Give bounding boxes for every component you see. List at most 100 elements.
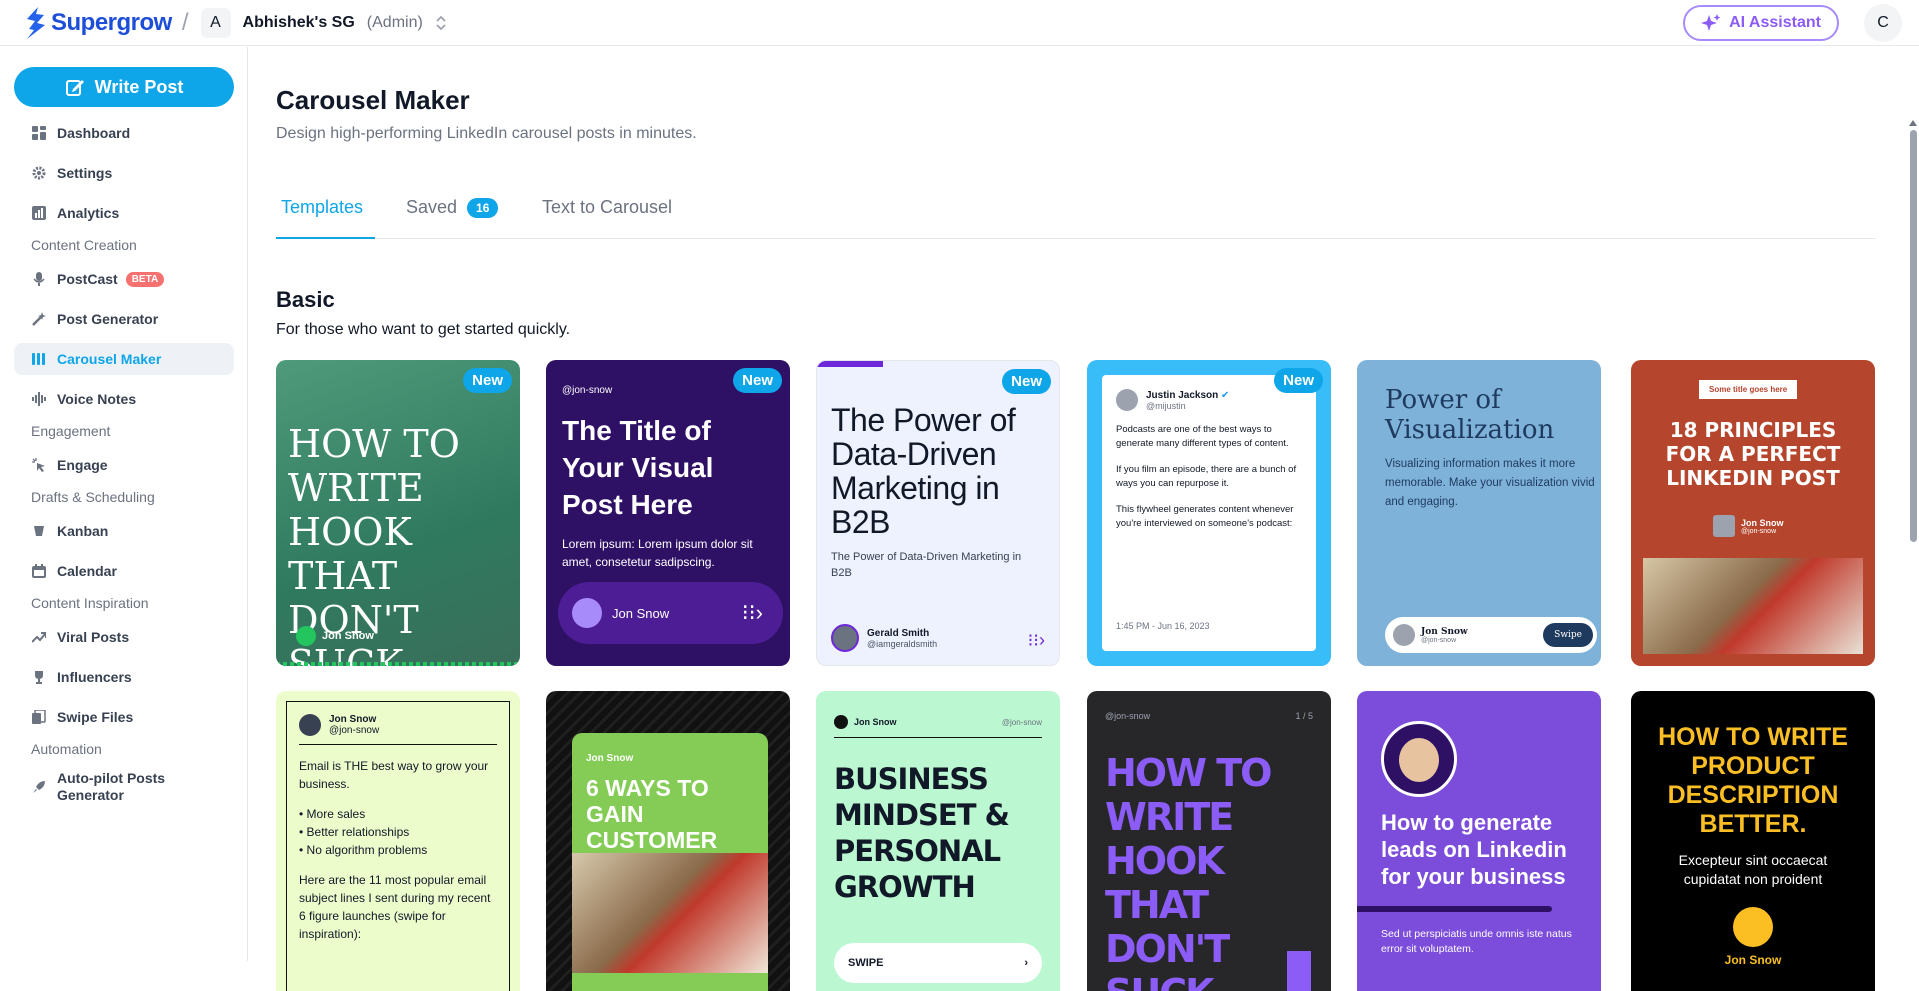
scroll-up-arrow[interactable] <box>1909 120 1917 126</box>
ai-assistant-button[interactable]: AI Assistant <box>1683 5 1839 41</box>
author-handle: @jon-snow <box>1421 636 1457 644</box>
author-name: Jon Snow <box>329 714 377 725</box>
template-card[interactable]: New HOW TO WRITE HOOK THAT DON'T SUCK Jo… <box>276 360 520 666</box>
avatar <box>1381 721 1457 797</box>
card-handle: @jon-snow <box>1105 711 1151 721</box>
sidebar-item-swipe-files[interactable]: Swipe Files <box>14 701 234 733</box>
swipe-label: SWIPE <box>848 957 884 969</box>
scrollbar[interactable] <box>1908 58 1919 962</box>
sidebar-item-kanban[interactable]: Kanban <box>14 515 234 547</box>
author-row: Jon Snow @jon-snow <box>299 714 497 736</box>
columns-icon <box>31 351 47 367</box>
verified-icon: ✔ <box>1221 389 1230 401</box>
card-photo <box>572 853 768 973</box>
template-card[interactable]: New The Power of Data-Driven Marketing i… <box>816 360 1060 666</box>
divider <box>834 737 1042 738</box>
sidebar-item-calendar[interactable]: Calendar <box>14 555 234 587</box>
sidebar-item-label: Viral Posts <box>57 629 130 645</box>
template-card[interactable]: Jon Snow @jon-snow BUSINESS MINDSET & PER… <box>816 691 1060 991</box>
author-handle: @mijustin <box>1146 400 1186 411</box>
author-name: Jon Snow <box>612 605 670 621</box>
sidebar-item-autopilot[interactable]: Auto-pilot Posts Generator <box>14 767 234 807</box>
author-name: Jon Snow <box>586 753 634 764</box>
tweet-text: Podcasts are one of the best ways to gen… <box>1116 424 1289 449</box>
user-avatar[interactable]: C <box>1864 4 1902 42</box>
page-indicator: 1 / 5 <box>1295 711 1313 721</box>
chevron-up-down-icon <box>436 15 446 30</box>
author-pill: Jon Snow ⁝⁝› <box>558 582 783 644</box>
nav-section-automation: Automation <box>31 741 102 757</box>
tab-text-to-carousel[interactable]: Text to Carousel <box>542 189 672 239</box>
brand-logo[interactable]: Supergrow <box>25 6 172 39</box>
nav-section-content-creation: Content Creation <box>31 237 137 253</box>
analytics-icon <box>31 205 47 221</box>
card-body: The Power of Data-Driven Marketing in B2… <box>831 551 1022 579</box>
tab-label: Saved <box>406 197 458 217</box>
author-row: Gerald Smith @iamgeraldsmith <box>831 624 937 652</box>
author-row: Jon Snow @jon-snow <box>1713 515 1784 537</box>
sidebar-item-engage[interactable]: Engage <box>14 449 234 481</box>
tab-templates[interactable]: Templates <box>276 189 375 239</box>
template-card[interactable]: @jon-snow 1 / 5 HOW TO WRITE HOOK THAT D… <box>1087 691 1331 991</box>
sidebar-item-label: PostCast <box>57 271 118 287</box>
avatar <box>296 626 316 646</box>
template-card[interactable]: HOW TO WRITE PRODUCT DESCRIPTION BETTER.… <box>1631 691 1875 991</box>
sidebar-item-influencers[interactable]: Influencers <box>14 661 234 693</box>
sidebar-item-postcast[interactable]: PostCast BETA <box>14 263 234 295</box>
author-handle: @jon-snow <box>1001 717 1042 727</box>
sidebar-item-carousel-maker[interactable]: Carousel Maker <box>14 343 234 375</box>
sidebar-item-analytics[interactable]: Analytics <box>14 197 234 229</box>
ai-assistant-label: AI Assistant <box>1729 14 1821 31</box>
sidebar-item-label: Swipe Files <box>57 709 134 725</box>
author-row: Justin Jackson ✔ @mijustin <box>1116 389 1302 411</box>
card-photo <box>1643 558 1863 654</box>
author-handle: @iamgeraldsmith <box>867 638 938 649</box>
template-card[interactable]: How to generate leads on Linkedin for yo… <box>1357 691 1601 991</box>
template-card[interactable]: Jon Snow 6 WAYS TO GAIN CUSTOMER TRUST <box>546 691 790 991</box>
author-name: Jon Snow <box>1741 517 1784 528</box>
sidebar-item-settings[interactable]: Settings <box>14 157 234 189</box>
scrollbar-thumb[interactable] <box>1910 130 1917 542</box>
card-body: Sed ut perspiciatis unde omnis iste natu… <box>1381 928 1572 955</box>
edit-icon <box>65 80 84 96</box>
sidebar-item-viral-posts[interactable]: Viral Posts <box>14 621 234 653</box>
workspace-name: Abhishek's SG <box>242 13 355 31</box>
tweet-card: Justin Jackson ✔ @mijustin Podcasts are o… <box>1102 375 1316 651</box>
section-title: Basic <box>276 287 335 312</box>
beta-badge: BETA <box>125 271 165 287</box>
divider <box>299 744 497 745</box>
post-text: • Better relationships <box>299 825 410 839</box>
accent-bar <box>817 361 883 367</box>
template-card[interactable]: Jon Snow @jon-snow Email is THE best way … <box>276 691 520 991</box>
sidebar-item-label: Settings <box>57 165 113 181</box>
template-card[interactable]: Some title goes here 18 PRINCIPLES FOR A… <box>1631 360 1875 666</box>
template-card[interactable]: New Justin Jackson ✔ @mijustin Podcasts a… <box>1087 360 1331 666</box>
card-title: HOW TO WRITE HOOK THAT DON'T SUCK <box>1105 751 1272 991</box>
sidebar-item-dashboard[interactable]: Dashboard <box>14 117 234 149</box>
supergrow-logo-icon <box>27 6 45 39</box>
sidebar-item-post-generator[interactable]: Post Generator <box>14 303 234 335</box>
tab-saved[interactable]: Saved 16 <box>406 189 499 239</box>
template-card[interactable]: New @jon-snow The Title of Your Visual P… <box>546 360 790 666</box>
tweet-time: 1:45 PM - Jun 16, 2023 <box>1116 621 1210 631</box>
write-post-button[interactable]: Write Post <box>14 67 234 107</box>
author-name: Jon Snow <box>1421 626 1468 637</box>
green-panel: Jon Snow 6 WAYS TO GAIN CUSTOMER TRUST <box>572 733 768 991</box>
arrow-right-icon: › <box>1024 957 1028 969</box>
card-body: Lorem ipsum: Lorem ipsum dolor sit amet,… <box>562 537 753 569</box>
dotted-border <box>276 662 520 666</box>
card-body: Visualizing information makes it more me… <box>1385 458 1595 508</box>
workspace-switcher[interactable]: A Abhishek's SG (Admin) <box>200 7 447 38</box>
brand-name: Supergrow <box>51 8 172 36</box>
audio-wave-icon <box>31 391 47 407</box>
sidebar-item-label: Voice Notes <box>57 391 137 407</box>
rocket-icon <box>31 779 47 795</box>
tweet-text: This flywheel generates content whenever… <box>1116 504 1294 529</box>
accent-block <box>1287 951 1311 991</box>
card-title: Power of Visualization <box>1385 385 1555 445</box>
avatar <box>1733 907 1773 947</box>
card-title: How to generate leads on Linkedin for yo… <box>1381 810 1567 889</box>
template-card[interactable]: Power of Visualization Visualizing infor… <box>1357 360 1601 666</box>
sidebar-item-voice-notes[interactable]: Voice Notes <box>14 383 234 415</box>
sidebar: Write Post Dashboard Settings Analytics … <box>0 47 248 961</box>
